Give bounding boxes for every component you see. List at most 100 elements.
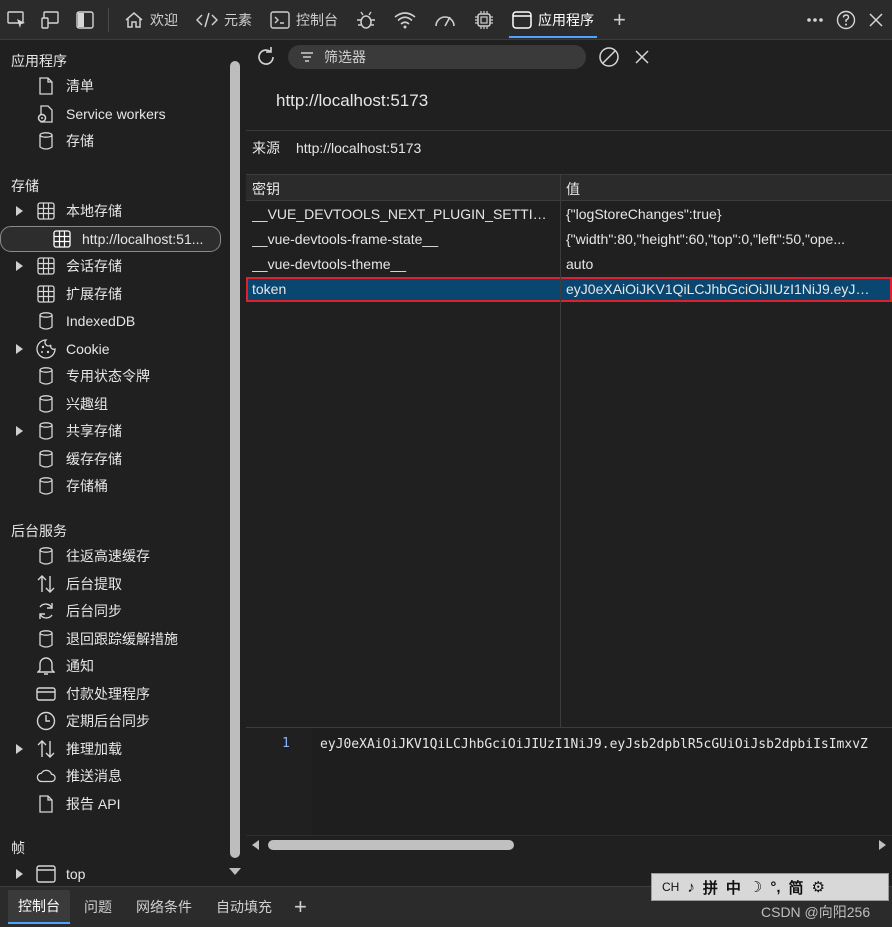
table-row[interactable]: __VUE_DEVTOOLS_NEXT_PLUGIN_SETTINGS... {… <box>246 202 892 227</box>
tab-welcome[interactable]: 欢迎 <box>115 0 187 40</box>
drawer-tab-autofill[interactable]: 自动填充 <box>206 890 282 924</box>
horizontal-scrollbar[interactable] <box>246 835 892 853</box>
origin-row: 来源 http://localhost:5173 <box>252 138 421 158</box>
value-viewer: 1 eyJ0eXAiOiJKV1QiLCJhbGciOiJIUzI1NiJ9.e… <box>246 727 892 836</box>
file-icon <box>36 794 56 814</box>
table-row[interactable]: __vue-devtools-theme__ auto <box>246 252 892 277</box>
more-options-icon[interactable] <box>806 17 824 23</box>
sidebar-item-payment-handler[interactable]: 付款处理程序 <box>0 681 225 707</box>
cookie-icon <box>36 339 56 359</box>
expand-arrow-icon[interactable] <box>16 744 23 754</box>
ime-settings-icon[interactable]: ⚙ <box>812 878 825 896</box>
expand-arrow-icon[interactable] <box>16 261 23 271</box>
drawer-tab-issues[interactable]: 问题 <box>74 890 122 924</box>
sidebar-item-session-storage[interactable]: 会话存储 <box>0 253 225 279</box>
filter-input[interactable]: 筛选器 <box>288 45 586 69</box>
sidebar-item-localhost-origin[interactable]: http://localhost:51... <box>0 226 221 252</box>
ime-moon-icon[interactable]: ☽ <box>749 878 762 896</box>
scroll-right-icon[interactable] <box>879 840 886 850</box>
column-header-key[interactable]: 密钥 <box>252 179 280 199</box>
scroll-left-icon[interactable] <box>252 840 259 850</box>
expand-arrow-icon[interactable] <box>16 426 23 436</box>
ime-pinyin[interactable]: 拼 <box>703 877 718 898</box>
cell-value: auto <box>566 256 594 272</box>
clear-all-icon[interactable] <box>598 46 620 68</box>
sidebar-item-service-workers[interactable]: Service workers <box>0 101 225 127</box>
inspect-element-icon[interactable] <box>0 0 34 40</box>
sidebar-item-periodic-sync[interactable]: 定期后台同步 <box>0 708 225 734</box>
tab-memory[interactable] <box>465 0 503 40</box>
refresh-icon[interactable] <box>255 46 277 68</box>
sidebar-item-bounce-tracking[interactable]: 退回跟踪缓解措施 <box>0 626 225 652</box>
device-emulation-icon[interactable] <box>34 0 68 40</box>
sidebar-item-storage-buckets[interactable]: 存储桶 <box>0 473 225 499</box>
scrollbar-thumb[interactable] <box>268 840 514 850</box>
wifi-icon <box>394 11 416 29</box>
toolbar-separator <box>108 7 109 32</box>
ime-simplified[interactable]: 简 <box>789 877 804 898</box>
column-header-value[interactable]: 值 <box>566 179 580 199</box>
sidebar-item-local-storage[interactable]: 本地存储 <box>0 198 225 224</box>
drawer-tab-network-conditions[interactable]: 网络条件 <box>126 890 202 924</box>
sidebar-item-private-state-tokens[interactable]: 专用状态令牌 <box>0 363 225 389</box>
sidebar-item-label: 推理加载 <box>66 741 122 757</box>
expand-arrow-icon[interactable] <box>16 206 23 216</box>
tab-label: 控制台 <box>296 11 338 28</box>
tab-elements[interactable]: 元素 <box>187 0 261 40</box>
sidebar-item-push-messaging[interactable]: 推送消息 <box>0 763 225 789</box>
sidebar-item-manifest[interactable]: 清单 <box>0 73 225 99</box>
sidebar-item-frame-top[interactable]: top <box>0 861 225 886</box>
value-text[interactable]: eyJ0eXAiOiJKV1QiLCJhbGciOiJIUzI1NiJ9.eyJ… <box>320 737 892 752</box>
delete-selected-icon[interactable] <box>634 49 650 65</box>
tab-performance[interactable] <box>425 0 465 40</box>
sidebar-item-speculative-loads[interactable]: 推理加载 <box>0 736 225 762</box>
sidebar-item-background-fetch[interactable]: 后台提取 <box>0 571 225 597</box>
sidebar-item-label: 清单 <box>66 78 94 94</box>
database-icon <box>36 394 56 414</box>
table-header: 密钥 值 <box>246 175 892 201</box>
dock-sidebar-icon[interactable] <box>68 0 102 40</box>
table-row[interactable]: __vue-devtools-frame-state__ {"width":80… <box>246 227 892 252</box>
sidebar-item-cache-storage[interactable]: 缓存存储 <box>0 446 225 472</box>
expand-arrow-icon[interactable] <box>16 344 23 354</box>
home-icon <box>124 11 144 29</box>
add-drawer-tab-icon[interactable]: + <box>286 894 315 920</box>
sidebar-item-interest-groups[interactable]: 兴趣组 <box>0 391 225 417</box>
ime-chinese[interactable]: 中 <box>726 877 741 898</box>
sidebar-item-notifications[interactable]: 通知 <box>0 653 225 679</box>
sidebar-item-extension-storage[interactable]: 扩展存储 <box>0 281 225 307</box>
cell-key: __vue-devtools-theme__ <box>252 256 407 272</box>
line-number: 1 <box>282 736 290 751</box>
tab-application[interactable]: 应用程序 <box>503 0 603 40</box>
database-icon <box>36 629 56 649</box>
ime-lang[interactable]: CH <box>662 880 679 894</box>
sidebar-item-background-sync[interactable]: 后台同步 <box>0 598 225 624</box>
ime-mode-icon[interactable]: ♪ <box>687 879 695 896</box>
cell-key: token <box>252 281 287 297</box>
ime-toolbar: CH ♪ 拼 中 ☽ °, 简 ⚙ <box>651 873 889 901</box>
add-tab-icon[interactable]: + <box>603 7 636 33</box>
ime-punct-icon[interactable]: °, <box>770 879 780 896</box>
sidebar-item-label: 存储 <box>66 133 94 149</box>
close-devtools-icon[interactable] <box>868 12 884 28</box>
expand-arrow-icon[interactable] <box>16 869 23 879</box>
sidebar-item-bfcache[interactable]: 往返高速缓存 <box>0 543 225 569</box>
tab-network[interactable] <box>385 0 425 40</box>
sidebar-item-cookie[interactable]: Cookie <box>0 336 225 362</box>
sidebar-item-label: 共享存储 <box>66 423 122 439</box>
sidebar-item-label: 退回跟踪缓解措施 <box>66 631 178 647</box>
column-divider[interactable] <box>560 175 561 728</box>
sidebar-item-label: 通知 <box>66 658 94 674</box>
help-icon[interactable] <box>836 10 856 30</box>
sidebar-item-shared-storage[interactable]: 共享存储 <box>0 418 225 444</box>
sidebar-scrollbar-thumb[interactable] <box>230 61 240 858</box>
sidebar-scroll-down-icon[interactable] <box>229 868 241 875</box>
sidebar-item-indexeddb[interactable]: IndexedDB <box>0 308 225 334</box>
tab-console[interactable]: 控制台 <box>261 0 347 40</box>
sidebar-item-reporting-api[interactable]: 报告 API <box>0 791 225 817</box>
tab-sources[interactable] <box>347 0 385 40</box>
sidebar-item-storage-overview[interactable]: 存储 <box>0 128 225 154</box>
drawer-tab-console[interactable]: 控制台 <box>8 890 70 924</box>
table-row-selected[interactable]: token eyJ0eXAiOiJKV1QiLCJhbGciOiJIUzI1Ni… <box>246 277 892 302</box>
sidebar-item-label: 定期后台同步 <box>66 713 150 729</box>
